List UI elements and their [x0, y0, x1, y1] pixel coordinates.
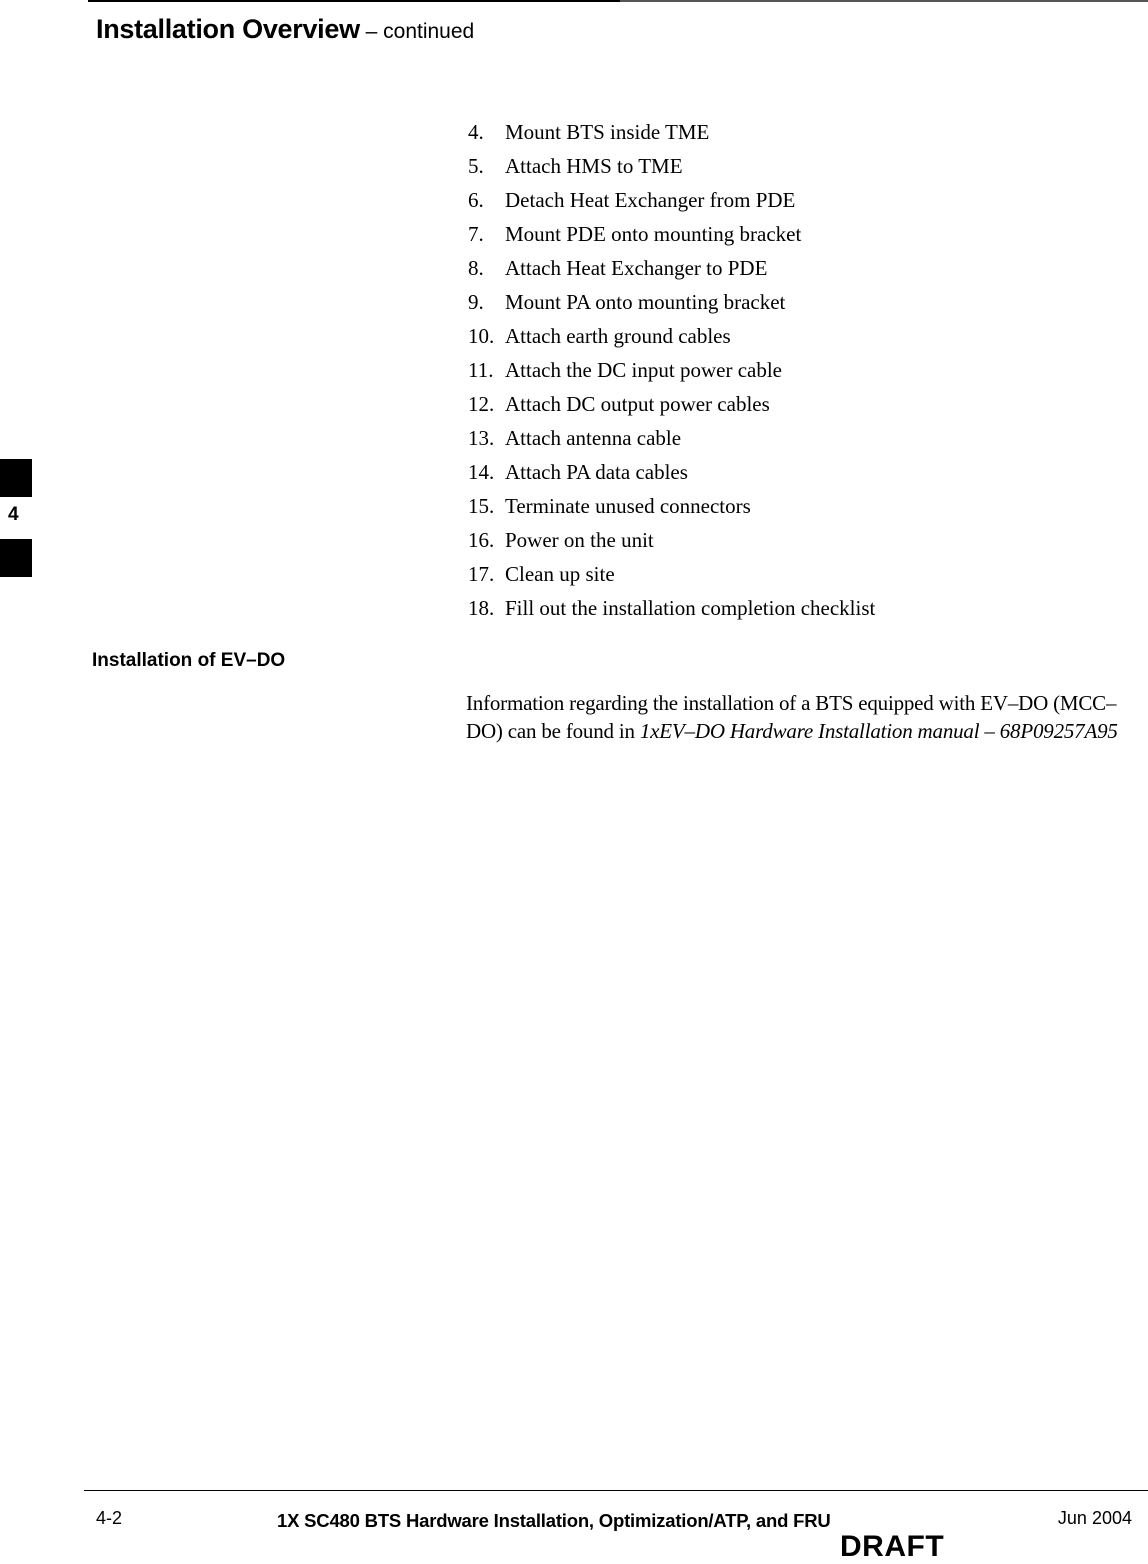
- step-text: Detach Heat Exchanger from PDE: [505, 188, 796, 212]
- step-text: Mount PA onto mounting bracket: [505, 290, 786, 314]
- step-number: 18.: [468, 596, 495, 620]
- draft-watermark: DRAFT: [840, 1530, 945, 1563]
- list-item: 8. Attach Heat Exchanger to PDE: [468, 251, 875, 285]
- page-title: Installation Overview: [96, 14, 360, 44]
- chapter-tab-marker-top: [0, 459, 32, 497]
- list-item: 12. Attach DC output power cables: [468, 387, 875, 421]
- list-item: 4. Mount BTS inside TME: [468, 115, 875, 149]
- step-text: Attach DC output power cables: [505, 392, 770, 416]
- footer-document-title: 1X SC480 BTS Hardware Installation, Opti…: [277, 1510, 831, 1531]
- step-text: Terminate unused connectors: [505, 494, 751, 518]
- step-text: Mount BTS inside TME: [505, 120, 710, 144]
- step-number: 11.: [468, 358, 494, 382]
- step-number: 12.: [468, 392, 495, 416]
- step-text: Mount PDE onto mounting bracket: [505, 222, 802, 246]
- step-text: Attach HMS to TME: [505, 154, 683, 178]
- installation-steps-list: 4. Mount BTS inside TME 5. Attach HMS to T…: [468, 115, 875, 625]
- step-text: Attach the DC input power cable: [505, 358, 782, 382]
- step-number: 16.: [468, 528, 495, 552]
- step-text: Fill out the installation completion che…: [505, 596, 876, 620]
- step-number: 9.: [468, 290, 484, 314]
- manual-reference: 1xEV–DO Hardware Installation manual – 6…: [639, 719, 1118, 743]
- footer-rule: [84, 1490, 1148, 1491]
- chapter-tab-marker-bottom: [0, 539, 32, 577]
- section-heading-ev-do: Installation of EV–DO: [92, 650, 286, 671]
- list-item: 14. Attach PA data cables: [468, 455, 875, 489]
- list-item: 9. Mount PA onto mounting bracket: [468, 285, 875, 319]
- page-header: Installation Overview – continued: [96, 14, 474, 45]
- step-number: 7.: [468, 222, 484, 246]
- step-text: Attach Heat Exchanger to PDE: [505, 256, 768, 280]
- list-item: 7. Mount PDE onto mounting bracket: [468, 217, 875, 251]
- list-item: 11. Attach the DC input power cable: [468, 353, 875, 387]
- step-text: Attach earth ground cables: [505, 324, 731, 348]
- list-item: 6. Detach Heat Exchanger from PDE: [468, 183, 875, 217]
- step-number: 6.: [468, 188, 484, 212]
- list-item: 13. Attach antenna cable: [468, 421, 875, 455]
- footer-date: Jun 2004: [1057, 1508, 1132, 1528]
- step-number: 13.: [468, 426, 495, 450]
- list-item: 5. Attach HMS to TME: [468, 149, 875, 183]
- step-text: Power on the unit: [505, 528, 654, 552]
- step-number: 4.: [468, 120, 484, 144]
- step-number: 10.: [468, 324, 495, 348]
- list-item: 18. Fill out the installation completion …: [468, 591, 875, 625]
- chapter-tab-number: 4: [8, 504, 19, 525]
- step-number: 14.: [468, 460, 495, 484]
- step-text: Attach antenna cable: [505, 426, 682, 450]
- step-number: 17.: [468, 562, 495, 586]
- list-item: 15. Terminate unused connectors: [468, 489, 875, 523]
- list-item: 17. Clean up site: [468, 557, 875, 591]
- section-paragraph: Information regarding the installation o…: [466, 689, 1142, 745]
- step-number: 5.: [468, 154, 484, 178]
- step-text: Attach PA data cables: [505, 460, 688, 484]
- page-title-continued: – continued: [359, 20, 475, 43]
- header-rule: [88, 0, 620, 2]
- step-number: 8.: [468, 256, 484, 280]
- footer-page-number: 4-2: [96, 1508, 123, 1528]
- list-item: 10. Attach earth ground cables: [468, 319, 875, 353]
- step-number: 15.: [468, 494, 495, 518]
- header-rule-extension: [620, 0, 1148, 2]
- list-item: 16. Power on the unit: [468, 523, 875, 557]
- step-text: Clean up site: [505, 562, 615, 586]
